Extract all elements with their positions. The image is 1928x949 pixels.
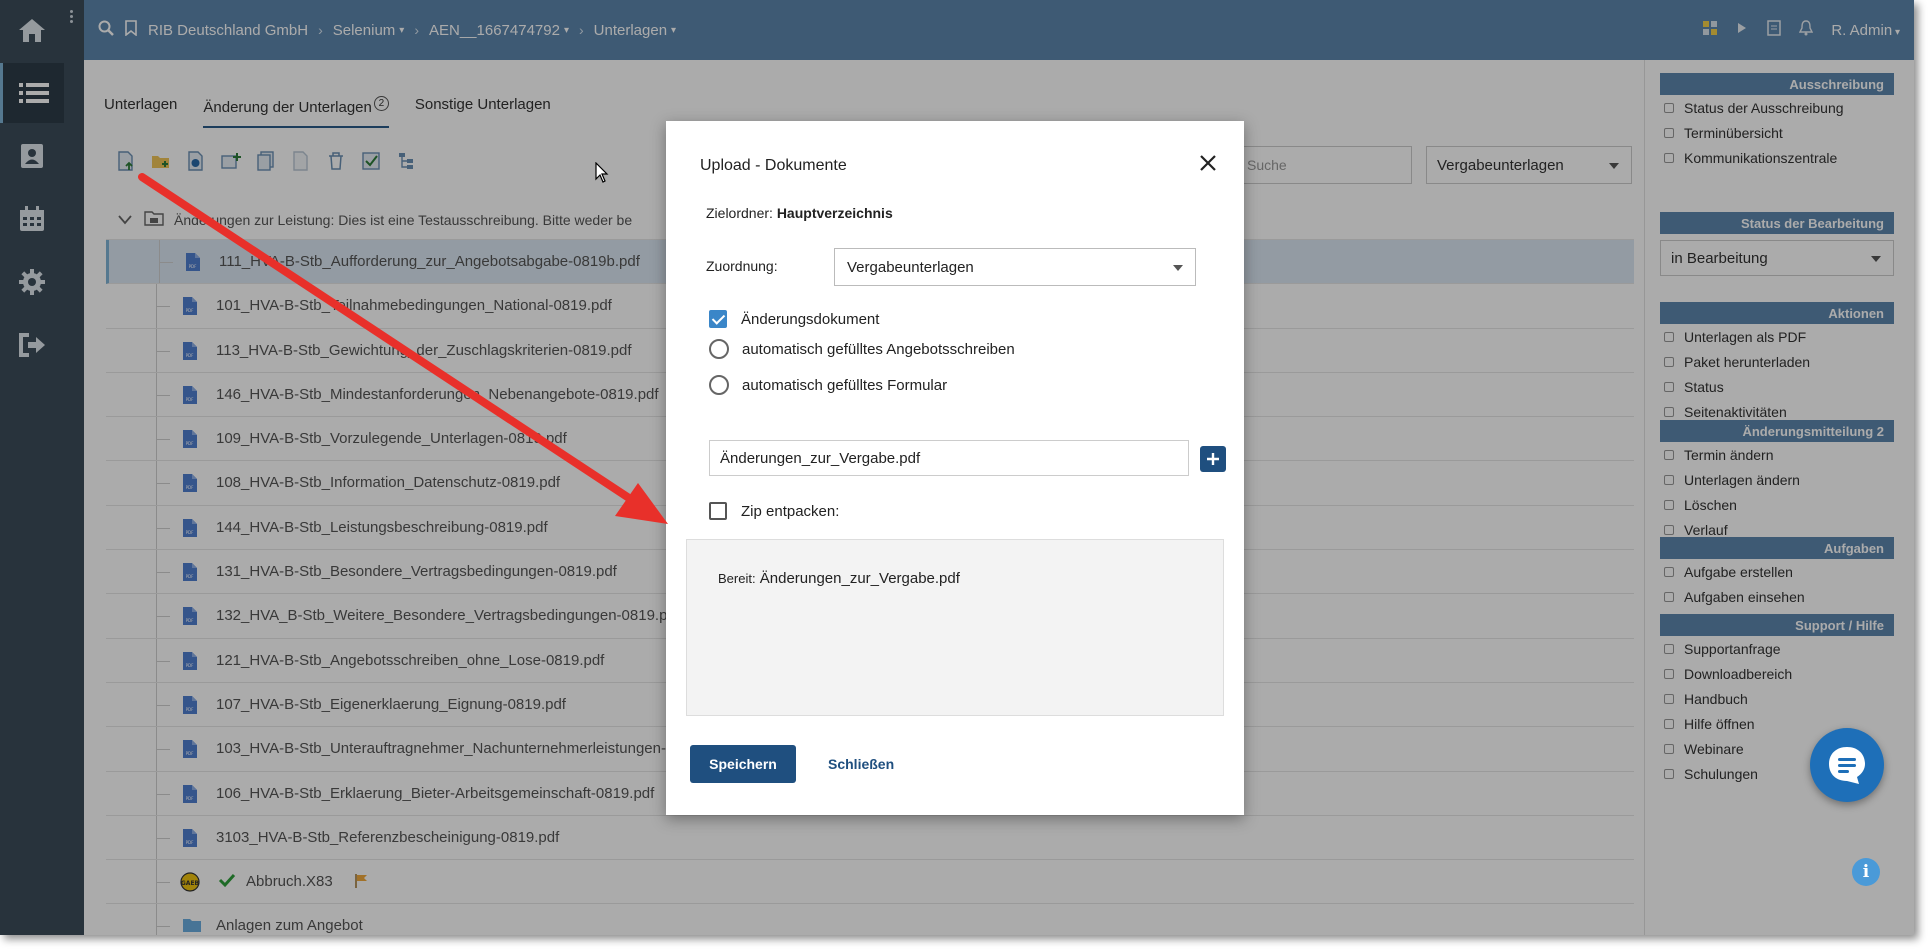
info-icon[interactable]: i bbox=[1852, 858, 1880, 886]
radio-unselected[interactable] bbox=[709, 375, 729, 395]
mouse-cursor-icon bbox=[595, 162, 609, 183]
add-file-button[interactable] bbox=[1200, 446, 1226, 472]
upload-dropzone[interactable]: Bereit: Änderungen_zur_Vergabe.pdf bbox=[686, 539, 1224, 716]
app-window: RIB Deutschland GmbH › Selenium ▾ › AEN__… bbox=[0, 0, 1914, 935]
checkbox-unchecked[interactable] bbox=[709, 502, 727, 520]
close-button[interactable]: Schließen bbox=[828, 745, 894, 783]
assignment-select[interactable]: Vergabeunterlagen bbox=[834, 248, 1196, 286]
save-button[interactable]: Speichern bbox=[690, 745, 796, 783]
upload-status-label: Bereit: bbox=[718, 571, 756, 586]
target-folder-label: Zielordner: bbox=[706, 205, 773, 221]
upload-status-file: Änderungen_zur_Vergabe.pdf bbox=[759, 570, 960, 587]
plus-icon bbox=[1207, 453, 1219, 465]
close-icon[interactable] bbox=[1198, 153, 1218, 173]
chevron-down-icon bbox=[1173, 265, 1183, 271]
upload-status: Bereit: Änderungen_zur_Vergabe.pdf bbox=[718, 570, 960, 587]
target-folder-value: Hauptverzeichnis bbox=[776, 205, 893, 221]
dialog-title: Upload - Dokumente bbox=[700, 157, 847, 174]
checkbox-checked[interactable] bbox=[709, 310, 727, 328]
upload-dialog: Upload - Dokumente Zielordner: Hauptverz… bbox=[666, 121, 1244, 815]
autofilled-form-radio[interactable]: automatisch gefülltes Formular bbox=[709, 375, 947, 395]
file-name-field[interactable]: Änderungen_zur_Vergabe.pdf bbox=[709, 440, 1189, 476]
assignment-label: Zuordnung: bbox=[706, 258, 778, 274]
radio-unselected[interactable] bbox=[709, 339, 729, 359]
chat-icon[interactable] bbox=[1810, 728, 1884, 802]
target-folder: Zielordner: Hauptverzeichnis bbox=[706, 205, 893, 221]
change-document-checkbox[interactable]: Änderungsdokument bbox=[709, 310, 879, 328]
unzip-checkbox[interactable]: Zip entpacken: bbox=[709, 502, 839, 520]
autofilled-offer-radio[interactable]: automatisch gefülltes Angebotsschreiben bbox=[709, 339, 1015, 359]
